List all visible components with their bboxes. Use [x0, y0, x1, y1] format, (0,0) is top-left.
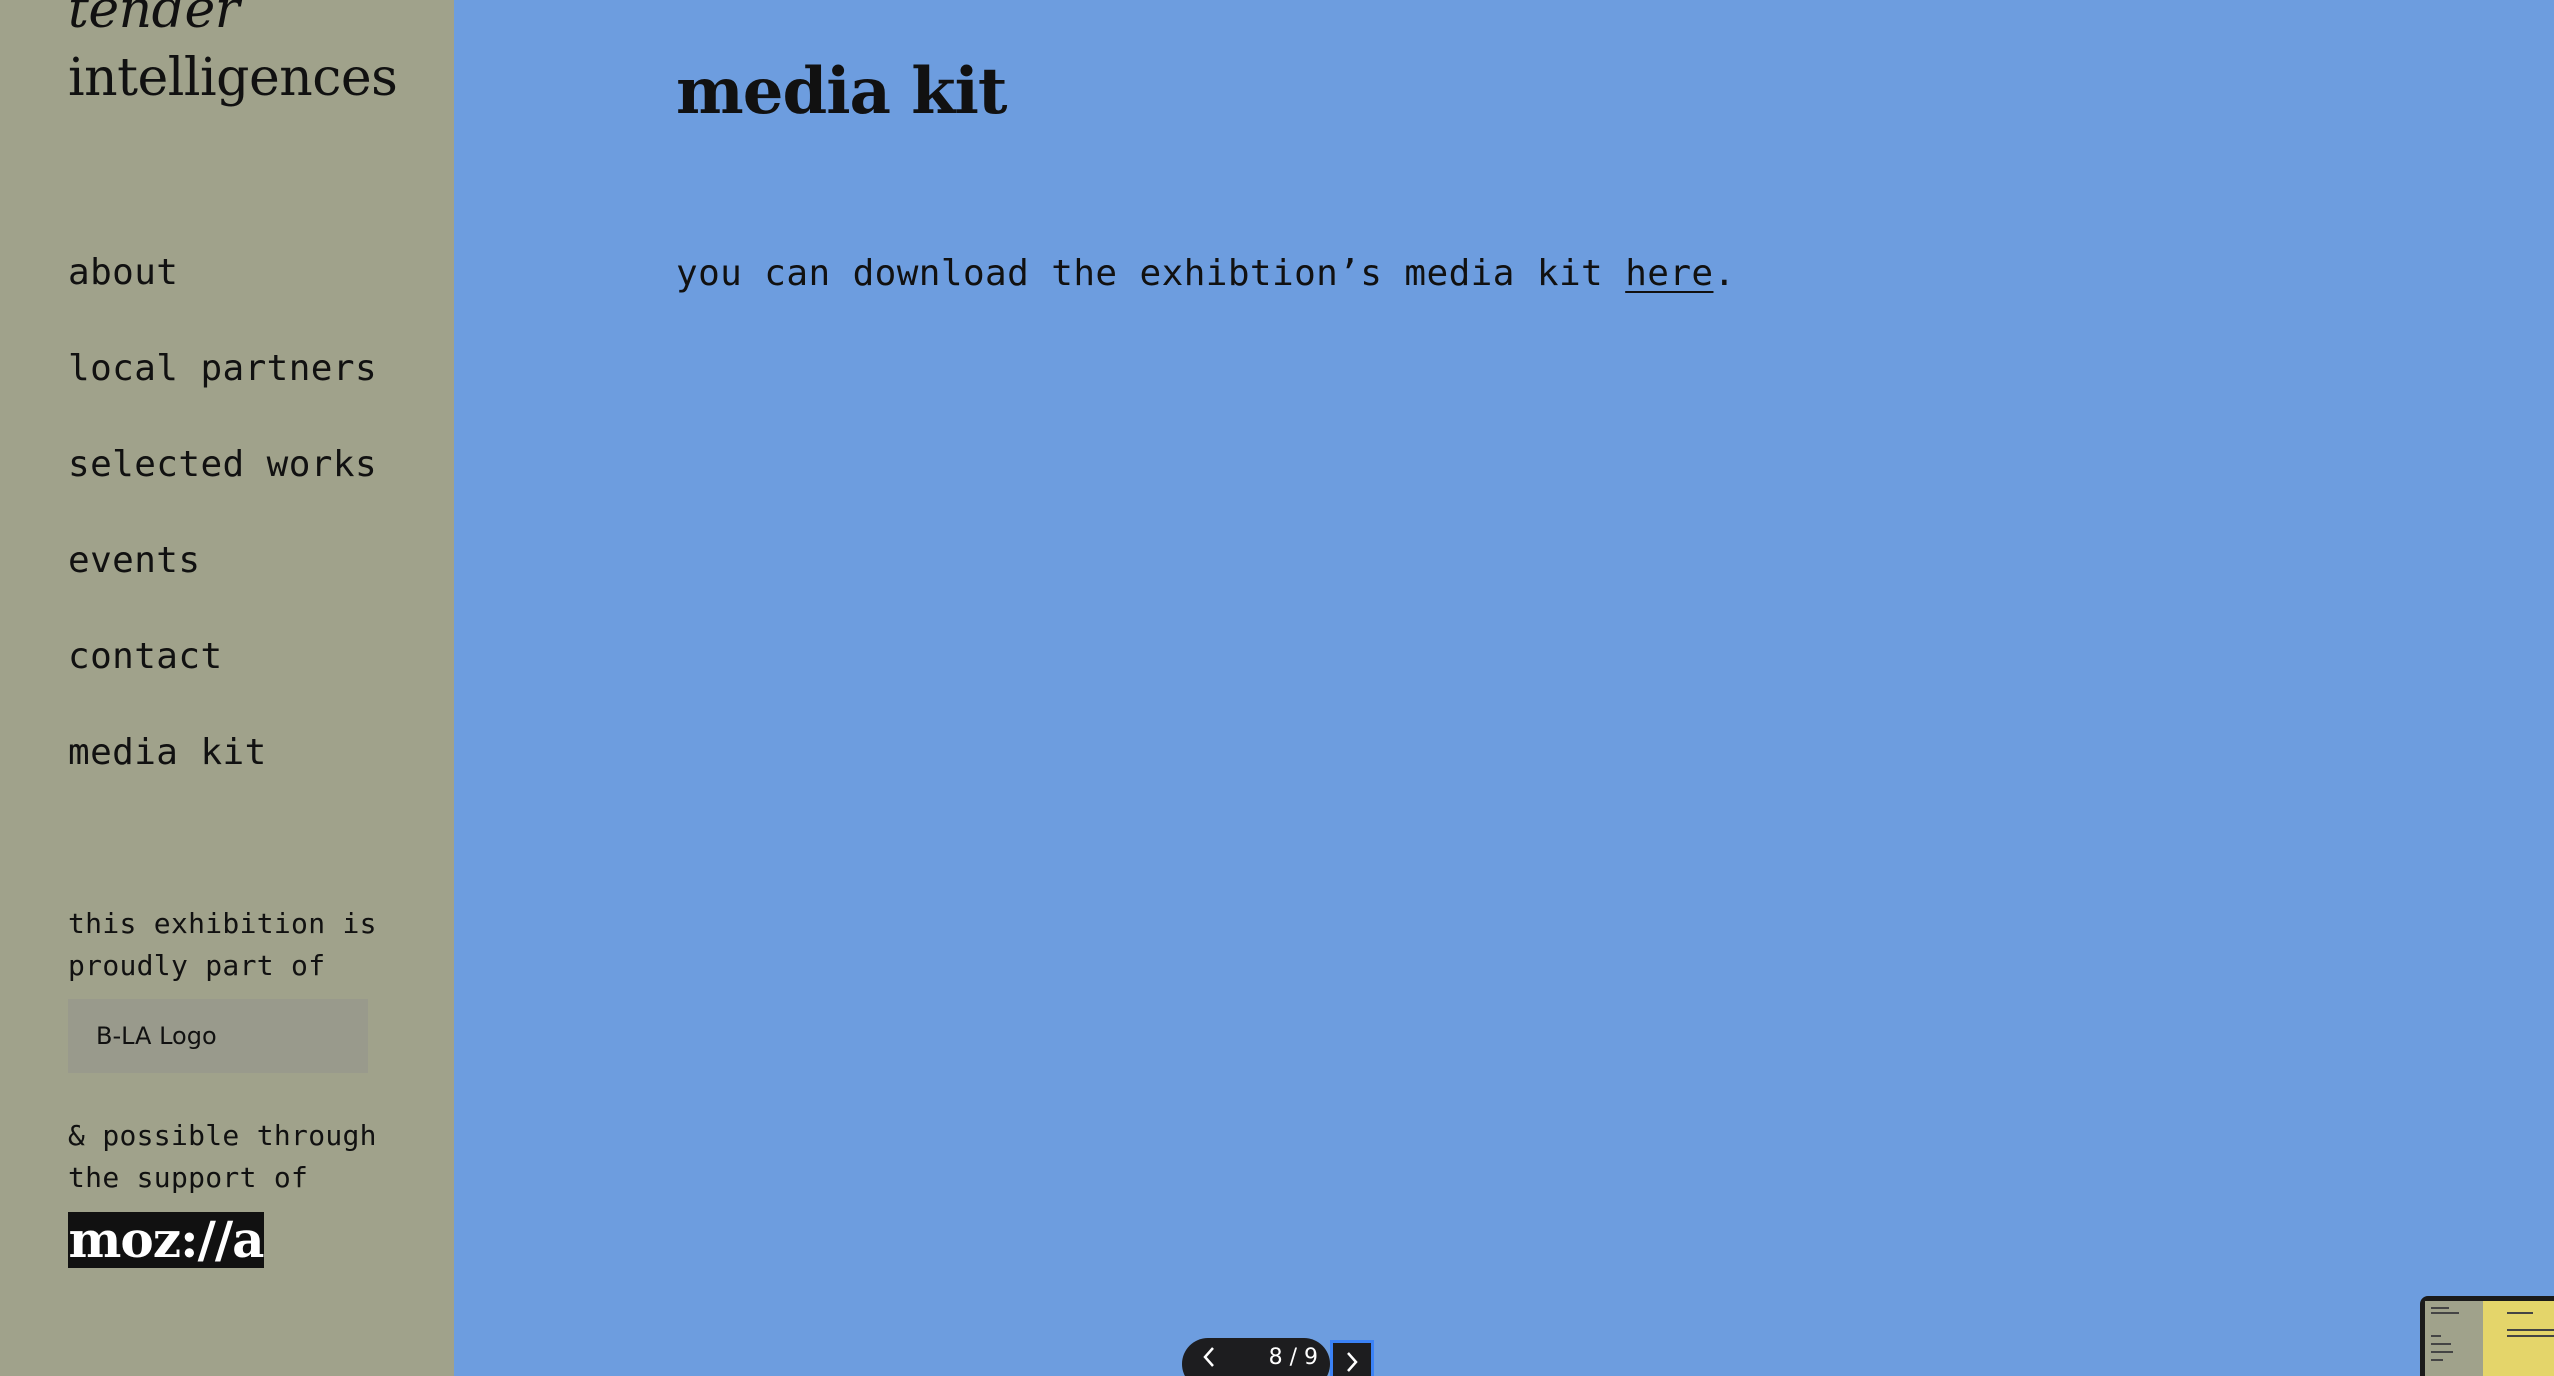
thumbnail-sidebar — [2425, 1301, 2483, 1376]
mozilla-logo-text: moz://a — [68, 1212, 264, 1268]
page-title: media kit — [676, 54, 1007, 129]
nav-item-contact[interactable]: contact — [68, 629, 377, 725]
bla-logo[interactable]: B-LA Logo — [68, 999, 368, 1073]
sidebar: tender intelligences about local partner… — [0, 0, 454, 1376]
slide-thumbnail[interactable] — [2420, 1296, 2554, 1376]
nav-item-media-kit[interactable]: media kit — [68, 725, 377, 821]
description-text: you can download the exhibtion’s media k… — [676, 253, 1626, 294]
site-title-line2: intelligences — [68, 48, 398, 108]
media-kit-description: you can download the exhibtion’s media k… — [676, 246, 1736, 302]
bla-logo-alt-text: B-LA Logo — [96, 1022, 217, 1050]
description-period: . — [1713, 253, 1736, 294]
nav-item-about[interactable]: about — [68, 245, 377, 341]
support-text: & possible through the support of — [68, 1119, 377, 1194]
main-nav: about local partners selected works even… — [68, 245, 377, 821]
nav-item-local-partners[interactable]: local partners — [68, 341, 377, 437]
chevron-right-icon — [1347, 1352, 1358, 1372]
thumbnail-image — [2425, 1301, 2554, 1376]
site-title[interactable]: tender intelligences — [68, 0, 398, 112]
slide-counter: 8 / 9 — [1268, 1344, 1318, 1370]
slide-pager: 8 / 9 — [1182, 1338, 1330, 1376]
part-of-text: this exhibition is proudly part of — [68, 907, 377, 982]
site-title-line1: tender — [68, 0, 240, 40]
mozilla-logo[interactable]: moz://a — [68, 1212, 264, 1268]
media-kit-download-link[interactable]: here — [1625, 253, 1713, 294]
nav-item-events[interactable]: events — [68, 533, 377, 629]
chevron-left-icon — [1203, 1347, 1214, 1367]
thumbnail-content — [2483, 1301, 2554, 1376]
previous-slide-button[interactable] — [1194, 1342, 1224, 1372]
nav-item-selected-works[interactable]: selected works — [68, 437, 377, 533]
next-slide-button[interactable] — [1330, 1340, 1374, 1376]
